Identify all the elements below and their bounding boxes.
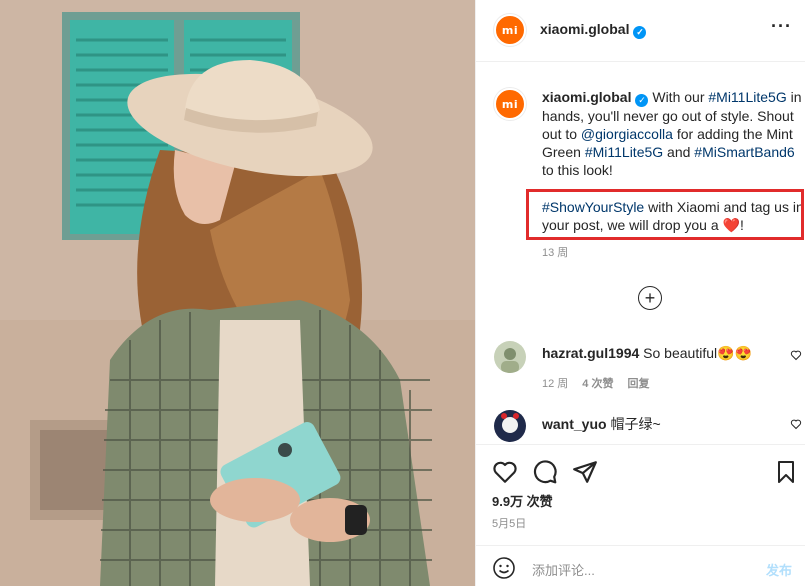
- heart-icon[interactable]: [492, 459, 518, 485]
- comment-likes[interactable]: 4 次赞: [582, 378, 613, 390]
- caption-username[interactable]: xiaomi.global: [542, 89, 631, 105]
- comment-body: 帽子绿~: [606, 416, 661, 432]
- mention-link[interactable]: @giorgiaccolla: [581, 126, 673, 142]
- heart-icon[interactable]: [790, 349, 802, 361]
- comment-input[interactable]: 添加评论...: [532, 560, 595, 579]
- caption-avatar[interactable]: mi: [494, 88, 526, 120]
- caption-text-segment: With our: [648, 89, 709, 105]
- commenter-avatar-image: [494, 341, 526, 373]
- commenter-avatar[interactable]: [494, 410, 526, 442]
- comment-icon[interactable]: [532, 459, 558, 485]
- post-header: mi xiaomi.global ✓ ···: [476, 0, 805, 62]
- add-comment-bar: 添加评论... 发布: [476, 545, 805, 586]
- caption-text-segment: to this look!: [542, 161, 613, 178]
- commenter-avatar[interactable]: [494, 341, 526, 373]
- more-icon[interactable]: ···: [771, 16, 792, 37]
- comment-text: hazrat.gul1994 So beautiful😍😍: [542, 345, 782, 362]
- caption-paragraph-2: #ShowYourStyle with Xiaomi and tag us in…: [526, 188, 804, 240]
- bookmark-icon[interactable]: [774, 459, 798, 485]
- commenter-avatar-image: [494, 410, 526, 442]
- avatar[interactable]: mi: [494, 14, 526, 46]
- author-username-text[interactable]: xiaomi.global: [540, 21, 629, 37]
- hashtag-link[interactable]: #Mi11Lite5G: [585, 144, 663, 160]
- caption-text: xiaomi.global ✓ With our #Mi11Lite5G in h…: [526, 88, 804, 262]
- comment-time[interactable]: 12 周: [542, 378, 568, 390]
- caption-timestamp[interactable]: 13 周: [542, 244, 804, 262]
- verified-icon: ✓: [633, 26, 647, 39]
- heart-icon[interactable]: [790, 418, 802, 430]
- post-date[interactable]: 5月5日: [492, 515, 526, 531]
- highlight-box: [526, 188, 804, 240]
- hashtag-link[interactable]: #MiSmartBand6: [694, 144, 794, 160]
- share-icon[interactable]: [572, 459, 598, 485]
- verified-icon: ✓: [635, 93, 649, 107]
- author-username[interactable]: xiaomi.global ✓: [540, 21, 647, 39]
- reply-button[interactable]: 回复: [627, 378, 649, 390]
- comment-meta: 12 周 4 次赞 回复: [542, 375, 663, 391]
- post-button[interactable]: 发布: [766, 560, 792, 579]
- post-actions: 9.9万 次赞 5月5日 添加评论... 发布: [476, 444, 805, 586]
- likes-count[interactable]: 9.9万 次赞: [492, 491, 553, 510]
- comment-body: So beautiful😍😍: [639, 345, 752, 361]
- post-image[interactable]: [0, 0, 475, 586]
- post-photo-illustration: [0, 0, 475, 586]
- comment-text: want_yuo 帽子绿~: [542, 414, 782, 434]
- add-icon[interactable]: +: [638, 286, 662, 310]
- hashtag-link[interactable]: #Mi11Lite5G: [708, 89, 786, 105]
- commenter-username[interactable]: hazrat.gul1994: [542, 345, 639, 361]
- caption-text-segment: and: [663, 143, 695, 160]
- emoji-icon[interactable]: [492, 556, 516, 580]
- post-detail-panel: mi xiaomi.global ✓ ··· mi xiaomi.global ✓ …: [475, 0, 805, 586]
- caption-paragraph-1: xiaomi.global ✓ With our #Mi11Lite5G in h…: [542, 88, 804, 179]
- commenter-username[interactable]: want_yuo: [542, 416, 607, 432]
